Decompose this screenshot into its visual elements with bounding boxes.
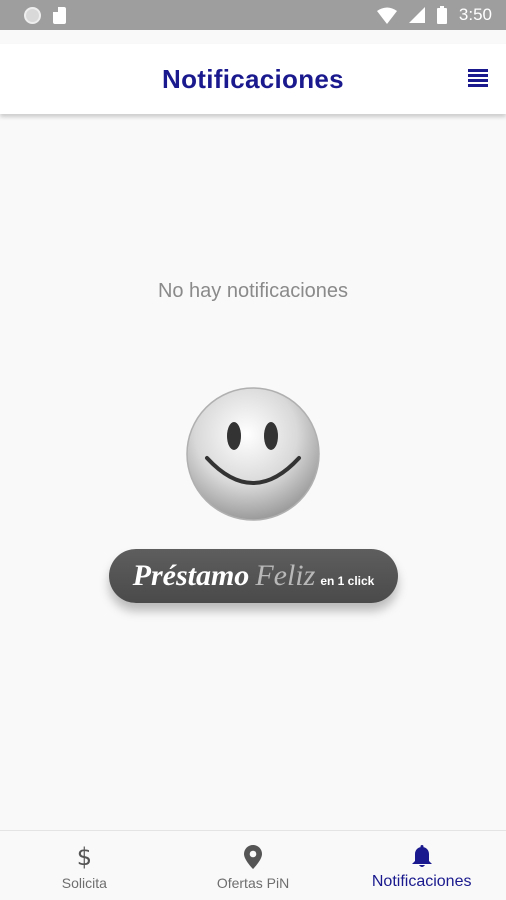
status-bar-right: 3:50 bbox=[376, 5, 492, 25]
nav-item-notificaciones[interactable]: Notificaciones bbox=[337, 831, 506, 900]
sd-card-icon bbox=[53, 6, 66, 24]
location-pin-icon bbox=[244, 843, 262, 871]
notification-dot-icon bbox=[24, 6, 41, 24]
nav-label-solicita: Solicita bbox=[61, 875, 107, 891]
bottom-navigation: $ Solicita Ofertas PiN Notificaciones bbox=[0, 830, 506, 900]
signal-icon bbox=[408, 7, 425, 23]
menu-icon-line bbox=[468, 74, 488, 77]
brand-word-feliz: Feliz bbox=[255, 559, 316, 592]
menu-button[interactable] bbox=[468, 69, 488, 87]
brand-logo-banner: Préstamo Feliz en 1 click bbox=[109, 549, 398, 603]
bell-icon bbox=[411, 843, 433, 871]
menu-icon-line bbox=[468, 69, 488, 72]
nav-label-notificaciones: Notificaciones bbox=[371, 873, 472, 890]
menu-icon-line bbox=[468, 79, 488, 82]
dollar-icon: $ bbox=[76, 843, 92, 871]
empty-state-message: No hay notificaciones bbox=[157, 280, 349, 302]
nav-label-ofertas-pin: Ofertas PiN bbox=[216, 875, 290, 891]
nav-item-solicita[interactable]: $ Solicita bbox=[0, 831, 169, 900]
battery-icon bbox=[436, 6, 447, 24]
app-bar: Notificaciones bbox=[0, 44, 506, 114]
brand-tagline: en 1 click bbox=[320, 574, 375, 588]
menu-icon-line bbox=[468, 84, 488, 87]
brand-word-prestamo: Préstamo bbox=[132, 559, 250, 592]
status-time: 3:50 bbox=[458, 5, 492, 24]
wifi-icon bbox=[376, 7, 397, 24]
page-title: Notificaciones bbox=[162, 63, 344, 94]
status-bar: 3:50 bbox=[0, 0, 506, 30]
smiley-face-icon bbox=[186, 387, 320, 521]
nav-item-ofertas-pin[interactable]: Ofertas PiN bbox=[169, 831, 338, 900]
status-bar-left bbox=[24, 6, 66, 24]
